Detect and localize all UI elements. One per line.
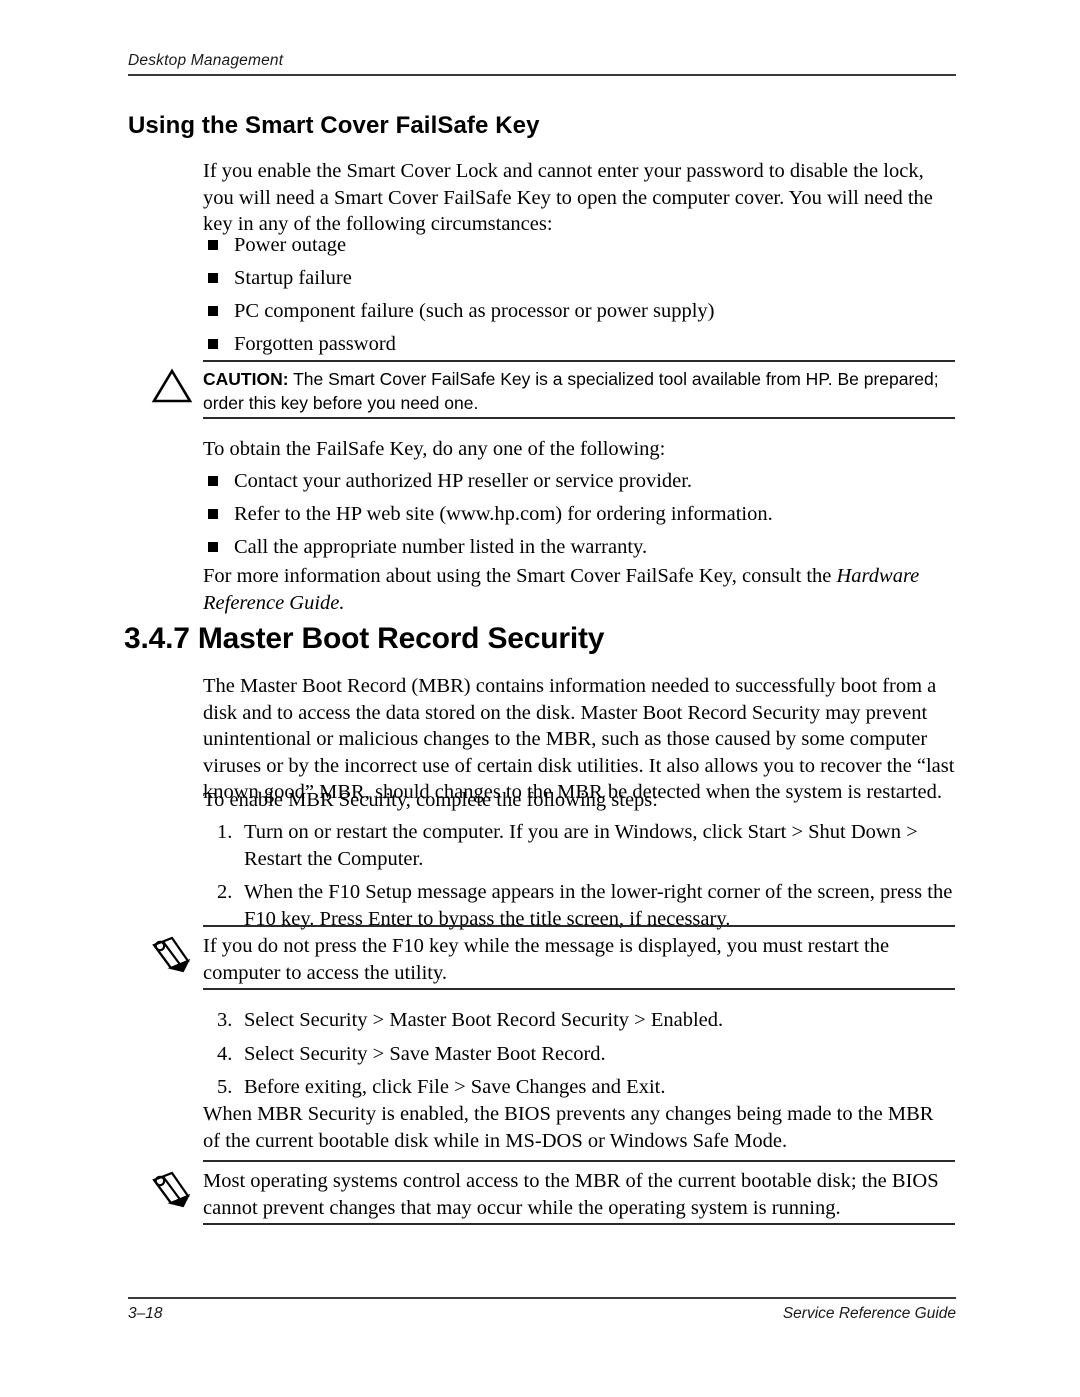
obtain-failsafe-intro: To obtain the FailSafe Key, do any one o…: [203, 438, 666, 460]
note-one-bottom-rule: [203, 988, 955, 990]
caution-callout: CAUTION: The Smart Cover FailSafe Key is…: [150, 360, 955, 424]
mbr-section-heading: 3.4.7 Master Boot Record Security: [124, 622, 605, 655]
caution-bottom-rule: [203, 417, 955, 419]
page-number: 3–18: [128, 1305, 163, 1322]
page-footer: 3–18 Service Reference Guide: [128, 1297, 956, 1323]
pencil-note-icon: [150, 1170, 194, 1215]
list-item: 3. Select Security > Master Boot Record …: [217, 1007, 955, 1034]
warning-triangle-icon: [150, 365, 194, 412]
caution-body: CAUTION: The Smart Cover FailSafe Key is…: [203, 368, 955, 415]
bullet-square-icon: [208, 509, 218, 520]
list-item: Power outage: [203, 232, 955, 259]
document-page: Desktop Management Using the Smart Cover…: [0, 0, 1080, 1397]
mbr-closing-paragraph: When MBR Security is enabled, the BIOS p…: [203, 1103, 934, 1152]
list-item-label: Before exiting, click File > Save Change…: [244, 1076, 666, 1099]
list-item: 4. Select Security > Save Master Boot Re…: [217, 1041, 955, 1068]
bullet-square-icon: [208, 339, 218, 350]
mbr-steps-second: 3. Select Security > Master Boot Record …: [217, 1007, 955, 1108]
list-item-label: Contact your authorized HP reseller or s…: [234, 470, 693, 492]
list-item: Startup failure: [203, 265, 955, 292]
note-callout-two: Most operating systems control access to…: [150, 1160, 955, 1230]
list-item: Call the appropriate number listed in th…: [203, 534, 955, 561]
mbr-steps-first: 1. Turn on or restart the computer. If y…: [217, 819, 955, 939]
caution-top-rule: [203, 360, 955, 362]
note-callout-one: If you do not press the F10 key while th…: [150, 925, 955, 995]
caution-label: CAUTION:: [203, 369, 289, 389]
list-item-number: 2.: [217, 881, 233, 904]
failsafe-circumstances-list: Power outage Startup failure PC componen…: [203, 232, 955, 364]
note-one-text: If you do not press the F10 key while th…: [203, 935, 890, 984]
list-item: 1. Turn on or restart the computer. If y…: [217, 819, 955, 872]
caution-message: The Smart Cover FailSafe Key is a specia…: [203, 369, 939, 413]
bullet-square-icon: [208, 240, 218, 250]
mbr-enable-intro: To enable MBR Security, complete the fol…: [203, 789, 658, 811]
list-item-label: When the F10 Setup message appears in th…: [244, 881, 953, 930]
list-item-label: Startup failure: [234, 267, 352, 290]
failsafe-intro-paragraph: If you enable the Smart Cover Lock and c…: [203, 160, 933, 236]
list-item: Contact your authorized HP reseller or s…: [203, 468, 955, 495]
list-item: 5. Before exiting, click File > Save Cha…: [217, 1074, 955, 1101]
pencil-note-icon: [150, 935, 194, 980]
list-item: Refer to the HP web site (www.hp.com) fo…: [203, 501, 955, 528]
list-item-label: PC component failure (such as processor …: [234, 300, 715, 323]
list-item-number: 1.: [217, 821, 233, 843]
note-two-bottom-rule: [203, 1223, 955, 1225]
note-two-text: Most operating systems control access to…: [203, 1170, 939, 1219]
more-info-text: For more information about using the Sma…: [203, 565, 837, 587]
bullet-square-icon: [208, 542, 218, 553]
list-item-label: Turn on or restart the computer. If you …: [244, 821, 918, 870]
bullet-square-icon: [208, 273, 218, 284]
guide-title: Service Reference Guide: [782, 1305, 956, 1322]
list-item-label: Call the appropriate number listed in th…: [234, 536, 648, 559]
failsafe-heading: Using the Smart Cover FailSafe Key: [128, 112, 540, 139]
list-item-label: Select Security > Save Master Boot Recor…: [244, 1042, 606, 1065]
list-item-label: Power outage: [234, 234, 347, 256]
bullet-square-icon: [208, 306, 218, 317]
list-item-label: Select Security > Master Boot Record Sec…: [244, 1009, 724, 1031]
running-header: Desktop Management: [128, 52, 956, 76]
bullet-square-icon: [208, 476, 218, 486]
header-rule: [128, 74, 956, 76]
obtain-options-list: Contact your authorized HP reseller or s…: [203, 468, 955, 567]
footer-row: 3–18 Service Reference Guide: [128, 1299, 956, 1323]
list-item-number: 3.: [217, 1009, 233, 1031]
list-item: Forgotten password: [203, 331, 955, 358]
chapter-title: Desktop Management: [128, 52, 284, 69]
more-info-paragraph: For more information about using the Sma…: [203, 563, 955, 616]
note-two-top-rule: [203, 1160, 955, 1162]
list-item: PC component failure (such as processor …: [203, 298, 955, 325]
list-item-label: Forgotten password: [234, 333, 396, 356]
list-item-number: 5.: [217, 1076, 233, 1099]
note-one-top-rule: [203, 925, 955, 927]
list-item-number: 4.: [217, 1042, 233, 1065]
list-item-label: Refer to the HP web site (www.hp.com) fo…: [234, 503, 773, 526]
